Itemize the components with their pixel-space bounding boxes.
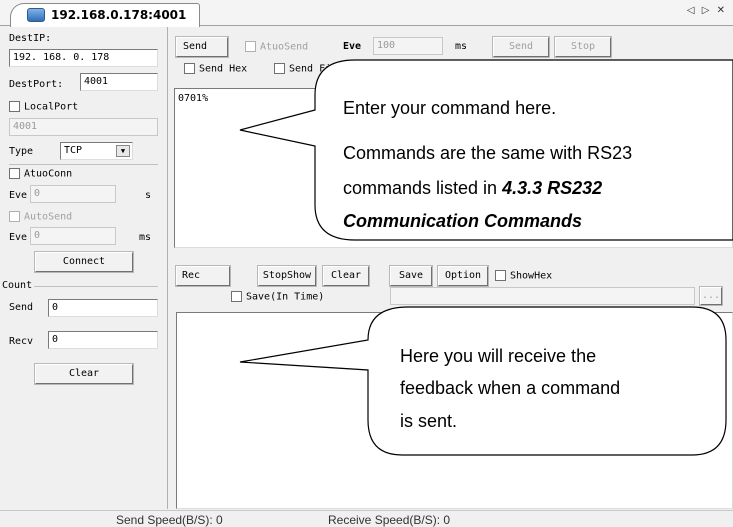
callout-overlay	[239, 59, 733, 456]
receive-callout-line2: feedback when a command	[400, 378, 621, 398]
send-callout-line3: commands listed in 4.3.3 RS232	[343, 178, 602, 199]
send-callout-line3-prefix: commands listed in	[343, 178, 503, 198]
send-callout-line4: Communication Commands	[343, 211, 583, 231]
receive-callout-line1: Here you will receive the	[400, 346, 597, 366]
send-speed-status: Send Speed(B/S): 0	[116, 513, 223, 527]
send-callout-line1: Enter your command here.	[343, 98, 557, 118]
receive-callout-line3: is sent.	[400, 411, 458, 431]
receive-speed-status: Receive Speed(B/S): 0	[328, 513, 451, 527]
send-callout-line3-bold: 4.3.3 RS232	[502, 178, 603, 198]
send-callout-line2: Commands are the same with RS23	[343, 143, 633, 163]
